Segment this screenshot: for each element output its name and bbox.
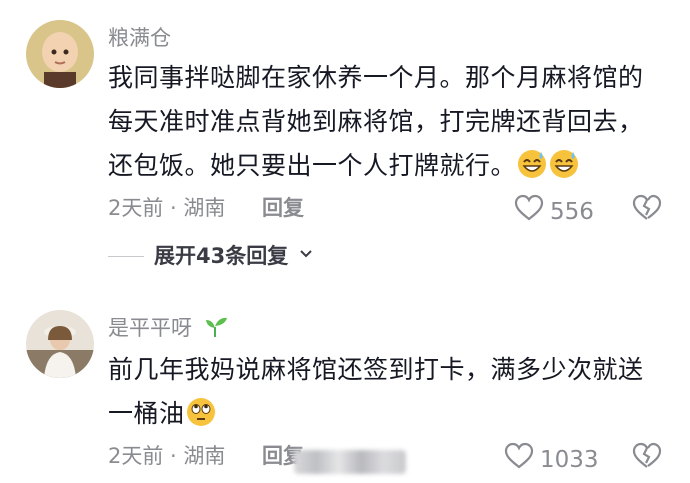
divider bbox=[108, 255, 144, 257]
expand-replies-label: 展开43条回复 bbox=[154, 244, 289, 268]
broken-heart-icon bbox=[632, 442, 662, 468]
like-count: 556 bbox=[550, 198, 594, 225]
comment-line: 还包饭。她只要出一个人打牌就行。 bbox=[108, 144, 668, 194]
comment-meta: 2天前 · 湖南 bbox=[108, 444, 226, 468]
heart-icon bbox=[514, 194, 544, 229]
comment-line: 一桶油 bbox=[108, 392, 668, 442]
dislike-button[interactable] bbox=[632, 442, 662, 470]
grinning-sweat-emoji bbox=[516, 148, 548, 194]
comment-line: 前几年我妈说麻将馆还签到打卡，满多少次就送 bbox=[108, 355, 644, 384]
like-button[interactable]: 556 bbox=[514, 194, 594, 229]
dislike-button[interactable] bbox=[632, 194, 662, 222]
comment-text: 前几年我妈说麻将馆还签到打卡，满多少次就送 一桶油 bbox=[108, 348, 668, 442]
comment-line: 我同事拌哒脚在家休养一个月。那个月麻将馆的 bbox=[108, 63, 644, 92]
avatar[interactable] bbox=[26, 310, 94, 378]
grinning-sweat-emoji bbox=[548, 148, 580, 194]
like-button[interactable]: 1033 bbox=[504, 442, 599, 477]
expand-replies-button[interactable]: 展开43条回复 bbox=[108, 242, 314, 270]
like-count: 1033 bbox=[540, 446, 599, 473]
comment-meta: 2天前 · 湖南 bbox=[108, 196, 226, 220]
comment-line: 每天准时准点背她到麻将馆，打完牌还背回去， bbox=[108, 107, 644, 136]
reply-button[interactable]: 回复 bbox=[262, 194, 304, 222]
comment-username[interactable]: 是平平呀 bbox=[108, 314, 229, 346]
comment-username[interactable]: 粮满仓 bbox=[108, 24, 171, 52]
sprout-icon bbox=[203, 315, 229, 346]
broken-heart-icon bbox=[632, 194, 662, 220]
eye-roll-emoji bbox=[185, 396, 217, 442]
heart-icon bbox=[504, 442, 534, 477]
obscured-overlay bbox=[294, 450, 406, 474]
comment-text: 我同事拌哒脚在家休养一个月。那个月麻将馆的 每天准时准点背她到麻将馆，打完牌还背… bbox=[108, 56, 668, 194]
avatar[interactable] bbox=[26, 20, 94, 88]
chevron-down-icon bbox=[298, 246, 314, 266]
